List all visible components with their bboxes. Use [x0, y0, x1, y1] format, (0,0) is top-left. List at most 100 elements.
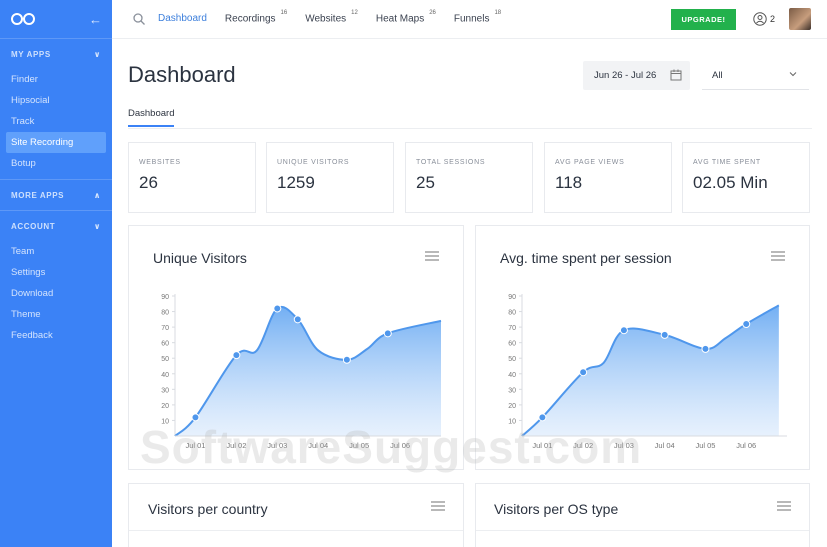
search-icon[interactable] — [132, 12, 146, 26]
y-tick-label: 30 — [508, 387, 516, 394]
sidebar-item-settings[interactable]: Settings — [0, 262, 106, 283]
nav-count-badge: 26 — [429, 10, 436, 17]
menu-icon[interactable] — [777, 501, 791, 511]
sidebar-item-finder[interactable]: Finder — [0, 69, 106, 90]
stat-card-websites: WEBSITES 26 — [128, 142, 256, 213]
calendar-icon — [670, 69, 682, 81]
y-tick-label: 10 — [508, 418, 516, 425]
sidebar-item-team[interactable]: Team — [0, 241, 106, 262]
card-title: Visitors per country — [148, 501, 268, 517]
y-tick-label: 20 — [508, 403, 516, 410]
x-tick-label: Jul 01 — [185, 441, 205, 450]
y-tick-label: 40 — [161, 372, 169, 379]
y-tick-label: 70 — [161, 325, 169, 332]
y-tick-label: 90 — [161, 294, 169, 301]
chevron-up-icon: ∧ — [93, 190, 101, 200]
x-tick-label: Jul 03 — [267, 441, 287, 450]
nav-dashboard[interactable]: Dashboard — [158, 13, 207, 24]
card-divider — [129, 530, 463, 531]
series-area — [522, 305, 779, 436]
data-point — [579, 368, 588, 377]
infinity-logo-icon[interactable] — [10, 12, 36, 26]
nav-count-badge: 18 — [494, 10, 502, 17]
x-tick-label: Jul 06 — [736, 441, 756, 450]
nav-count-badge: 16 — [280, 10, 288, 17]
sidebar-item-theme[interactable]: Theme — [0, 304, 106, 325]
series-area — [175, 306, 441, 436]
arrow-left-icon[interactable]: ← — [89, 12, 102, 27]
x-tick-label: Jul 05 — [695, 441, 715, 450]
data-point — [293, 315, 302, 324]
y-tick-label: 80 — [161, 310, 169, 317]
data-point — [538, 413, 547, 422]
y-tick-label: 90 — [508, 294, 516, 301]
sidebar-item-track[interactable]: Track — [0, 111, 106, 132]
tab-dashboard[interactable]: Dashboard — [128, 108, 175, 127]
x-tick-label: Jul 05 — [349, 441, 369, 450]
x-tick-label: Jul 04 — [308, 441, 328, 450]
date-range-picker[interactable]: Jun 26 - Jul 26 — [583, 61, 690, 90]
data-point — [232, 351, 241, 360]
y-tick-label: 60 — [161, 341, 169, 348]
nav-heat-maps[interactable]: Heat Maps26 — [376, 10, 436, 24]
page-title: Dashboard — [128, 62, 236, 87]
stat-card-avg-time-spent: AVG TIME SPENT 02.05 Min — [682, 142, 810, 213]
x-tick-label: Jul 06 — [390, 441, 410, 450]
stat-card-avg-page-views: AVG PAGE VIEWS 118 — [544, 142, 672, 213]
sidebar-item-download[interactable]: Download — [0, 283, 106, 304]
sidebar: ← MY APPS ∨ Finder Hipsocial Track Site … — [0, 0, 112, 547]
chevron-down-icon: ∨ — [93, 49, 101, 59]
card-divider — [476, 530, 809, 531]
sidebar-item-site-recording[interactable]: Site Recording — [6, 132, 106, 153]
data-point — [742, 320, 751, 328]
sidebar-item-feedback[interactable]: Feedback — [0, 325, 106, 346]
top-bar: Dashboard Recordings16 Websites12 Heat M… — [112, 0, 827, 39]
unique-visitors-card: Unique Visitors 10 20 30 40 50 60 70 80 90 Jul 01… — [128, 225, 464, 470]
y-tick-label: 80 — [508, 310, 516, 317]
nav-funnels[interactable]: Funnels18 — [454, 10, 502, 24]
user-count[interactable]: 2 — [753, 12, 775, 26]
filter-select[interactable]: All — [702, 61, 809, 90]
y-tick-label: 50 — [508, 356, 516, 363]
data-point — [619, 326, 628, 335]
y-tick-label: 10 — [161, 418, 169, 425]
stat-card-unique-visitors: UNIQUE VISITORS 1259 — [266, 142, 394, 213]
sidebar-item-botup[interactable]: Botup — [0, 153, 106, 174]
nav-websites[interactable]: Websites12 — [305, 10, 358, 24]
upgrade-button[interactable]: UPGRADE! — [671, 9, 736, 30]
data-point — [273, 304, 282, 313]
sidebar-section-account[interactable]: ACCOUNT ∨ — [0, 211, 112, 241]
x-tick-label: Jul 04 — [655, 441, 675, 450]
visitors-country-card: Visitors per country — [128, 483, 464, 547]
menu-icon[interactable] — [431, 501, 445, 511]
data-point — [191, 413, 200, 422]
data-point — [383, 329, 392, 338]
card-title: Visitors per OS type — [494, 501, 619, 517]
sidebar-item-hipsocial[interactable]: Hipsocial — [0, 90, 106, 111]
data-point — [342, 355, 351, 364]
y-tick-label: 30 — [161, 387, 169, 394]
x-tick-label: Jul 02 — [226, 441, 246, 450]
visitors-os-card: Visitors per OS type — [475, 483, 810, 547]
user-icon — [753, 12, 767, 26]
top-nav: Dashboard Recordings16 Websites12 Heat M… — [158, 10, 519, 24]
y-tick-label: 70 — [508, 325, 516, 332]
x-tick-label: Jul 02 — [573, 441, 593, 450]
avg-time-card: Avg. time spent per session 10 20 30 40 50 60… — [475, 225, 810, 470]
unique-visitors-chart: 10 20 30 40 50 60 70 80 90 Jul 01 Jul 02 Jul 03 Jul … — [161, 294, 442, 450]
chevron-down-icon: ∨ — [93, 221, 101, 231]
sidebar-section-my-apps[interactable]: MY APPS ∨ — [0, 39, 112, 69]
y-tick-label: 40 — [508, 372, 516, 379]
sidebar-section-more-apps[interactable]: MORE APPS ∧ — [0, 180, 112, 210]
sidebar-header: ← — [0, 0, 112, 39]
avg-time-chart: 10 20 30 40 50 60 70 80 90 Jul 01 Jul 02 Jul 03 Jul … — [508, 294, 787, 450]
y-tick-label: 20 — [161, 403, 169, 410]
data-point — [660, 330, 669, 339]
avatar[interactable] — [789, 8, 811, 30]
stat-card-total-sessions: TOTAL SESSIONS 25 — [405, 142, 533, 213]
y-tick-label: 60 — [508, 341, 516, 348]
x-tick-label: Jul 01 — [532, 441, 552, 450]
nav-recordings[interactable]: Recordings16 — [225, 10, 288, 24]
tab-divider — [128, 128, 812, 129]
chevron-down-icon — [789, 72, 797, 77]
